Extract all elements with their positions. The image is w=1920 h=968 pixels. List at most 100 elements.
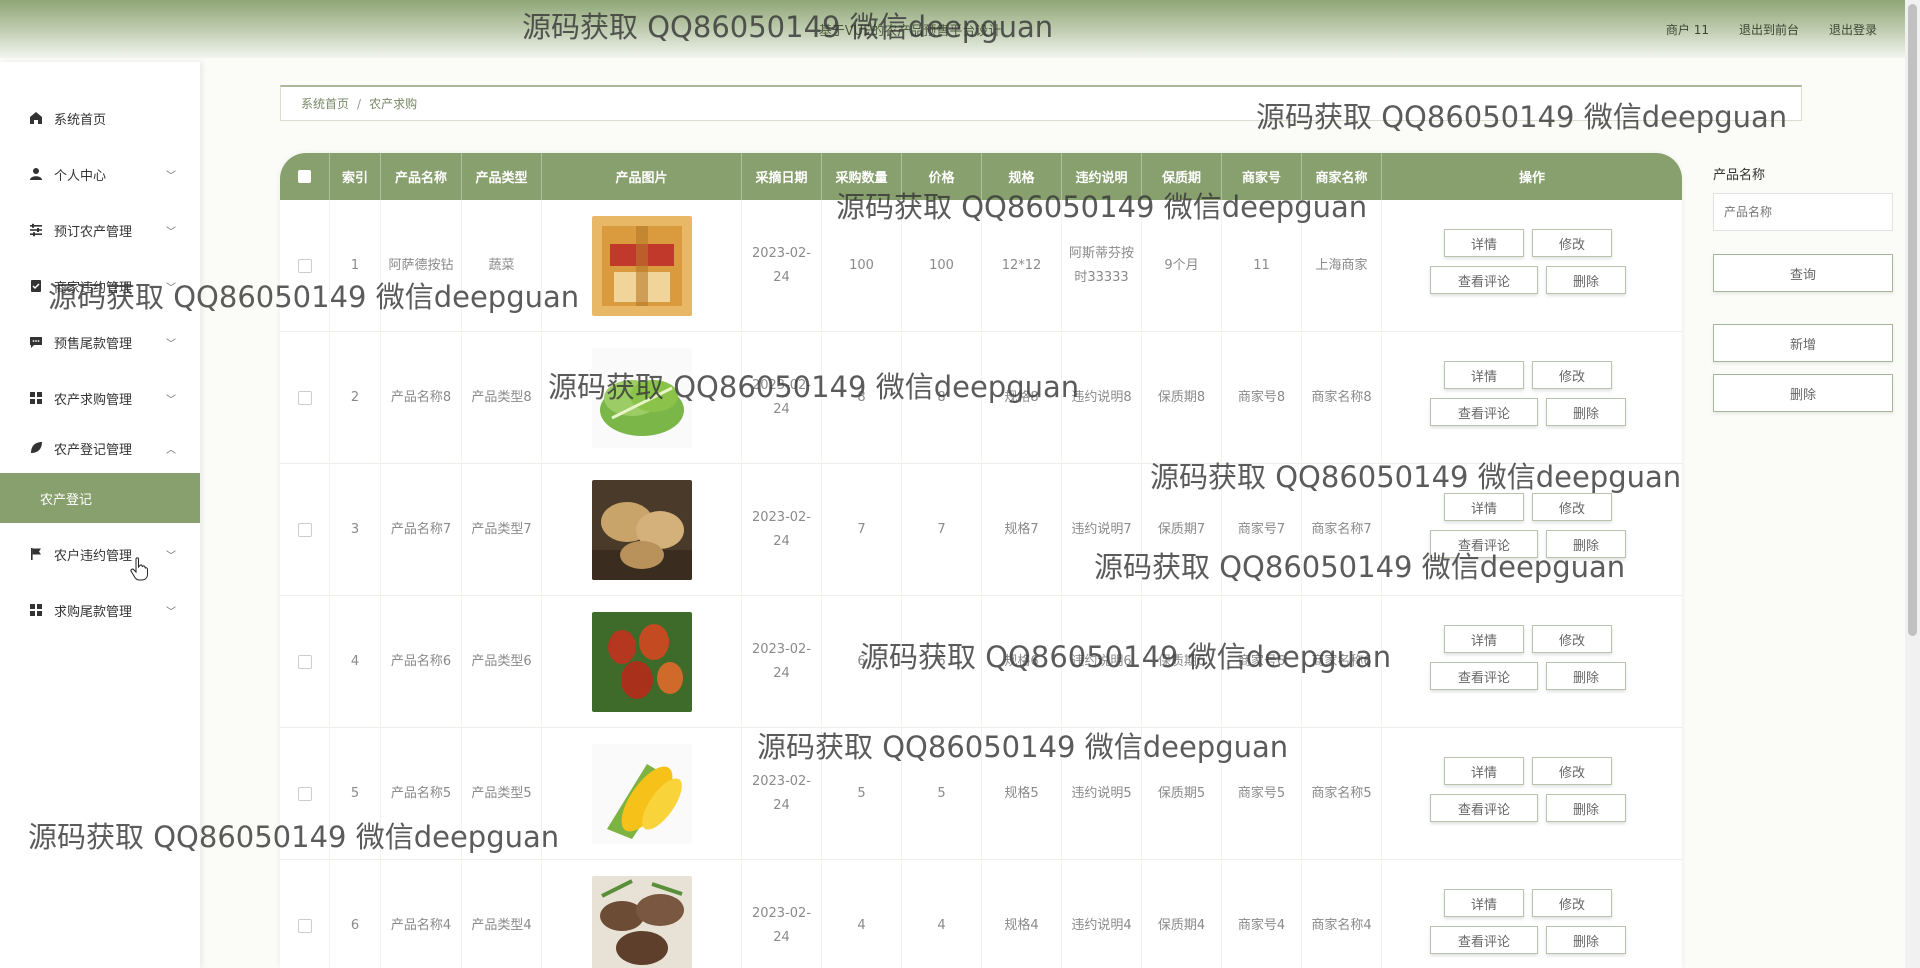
edit-button[interactable]: 修改 (1532, 889, 1612, 917)
merchant-name-cell: 商家名称6 (1302, 596, 1382, 728)
column-header: 规格 (982, 153, 1062, 200)
index-cell: 2 (330, 332, 381, 464)
back-to-front-link[interactable]: 退出到前台 (1739, 21, 1799, 38)
sidebar-item-purchase[interactable]: 农产求购管理 ﹀ (0, 372, 200, 424)
row-checkbox[interactable] (297, 655, 312, 669)
product-name-search-input[interactable] (1713, 193, 1893, 231)
product-image-cell (542, 332, 742, 464)
lettuce-product-image (591, 348, 692, 448)
view-comments-button[interactable]: 查看评论 (1430, 662, 1538, 690)
sidebar-item-merchant-breach[interactable]: 商家违约管理 ﹀ (0, 260, 200, 312)
edit-button[interactable]: 修改 (1532, 229, 1612, 257)
spec-cell: 12*12 (982, 200, 1062, 332)
sidebar-item-label: 个人中心 (54, 168, 107, 184)
select-all-cell (280, 153, 330, 200)
index-cell: 3 (330, 464, 381, 596)
vertical-scrollbar[interactable] (1905, 0, 1920, 968)
select-all-checkbox[interactable] (298, 170, 311, 183)
pick-date-cell: 2023-02-24 (742, 200, 822, 332)
shelf-life-cell: 保质期5 (1142, 728, 1222, 860)
quantity-cell: 4 (822, 860, 902, 968)
edit-button[interactable]: 修改 (1532, 493, 1612, 521)
sidebar-item-registration[interactable]: 农产登记管理 ︿ (0, 422, 200, 474)
detail-button[interactable]: 详情 (1444, 757, 1524, 785)
shelf-life-cell: 9个月 (1142, 200, 1222, 332)
breadcrumb-separator: / (357, 96, 362, 111)
view-comments-button[interactable]: 查看评论 (1430, 266, 1538, 294)
chevron-down-icon: ﹀ (166, 394, 176, 406)
delete-button[interactable]: 删除 (1546, 398, 1626, 426)
column-header: 索引 (330, 153, 381, 200)
breadcrumb-current: 农产求购 (369, 97, 418, 111)
batch-delete-button[interactable]: 删除 (1713, 374, 1893, 412)
table-row: 3 产品名称7 产品类型7 2023-02-24 7 7 规格7 违约说明7 保… (280, 464, 1682, 596)
product-name-cell: 阿萨德按钻 (381, 200, 462, 332)
row-checkbox[interactable] (297, 919, 312, 933)
query-button[interactable]: 查询 (1713, 254, 1893, 292)
breach-note-cell: 违约说明4 (1062, 860, 1142, 968)
logout-link[interactable]: 退出登录 (1829, 21, 1877, 38)
merchant-account-link[interactable]: 商户 11 (1666, 21, 1709, 38)
view-comments-button[interactable]: 查看评论 (1430, 926, 1538, 954)
detail-button[interactable]: 详情 (1444, 229, 1524, 257)
detail-button[interactable]: 详情 (1444, 625, 1524, 653)
edit-button[interactable]: 修改 (1532, 757, 1612, 785)
sidebar-item-label: 求购尾款管理 (54, 604, 133, 620)
spec-cell: 规格5 (982, 728, 1062, 860)
delete-button[interactable]: 删除 (1546, 794, 1626, 822)
system-title: 基于VUE的农产品预售平台设计 (818, 24, 1002, 39)
edit-button[interactable]: 修改 (1532, 625, 1612, 653)
spec-cell: 规格4 (982, 860, 1062, 968)
sidebar-subitem-registration[interactable]: 农产登记 (0, 473, 200, 523)
chevron-down-icon: ﹀ (166, 282, 176, 294)
detail-button[interactable]: 详情 (1444, 361, 1524, 389)
scrollbar-thumb[interactable] (1908, 4, 1917, 636)
row-select-cell (280, 596, 330, 728)
merchant-name-cell: 商家名称4 (1302, 860, 1382, 968)
sidebar-item-booking[interactable]: 预订农产管理 ﹀ (0, 204, 200, 256)
product-type-cell: 蔬菜 (462, 200, 542, 332)
sidebar-item-personal[interactable]: 个人中心 ﹀ (0, 148, 200, 200)
sidebar-item-purchase-balance[interactable]: 求购尾款管理 ﹀ (0, 584, 200, 636)
delete-button[interactable]: 删除 (1546, 662, 1626, 690)
column-header: 采购数量 (822, 153, 902, 200)
column-header: 产品类型 (462, 153, 542, 200)
detail-button[interactable]: 详情 (1444, 493, 1524, 521)
sidebar-item-farmer-breach[interactable]: 农户违约管理 ﹀ (0, 528, 200, 580)
shelf-life-cell: 保质期6 (1142, 596, 1222, 728)
view-comments-button[interactable]: 查看评论 (1430, 794, 1538, 822)
delete-button[interactable]: 删除 (1546, 926, 1626, 954)
row-select-cell (280, 200, 330, 332)
delete-button[interactable]: 删除 (1546, 530, 1626, 558)
product-image-cell (542, 596, 742, 728)
pick-date-cell: 2023-02-24 (742, 464, 822, 596)
sliders-icon (28, 222, 44, 238)
grid-icon (28, 390, 44, 406)
row-checkbox[interactable] (297, 787, 312, 801)
product-type-cell: 产品类型7 (462, 464, 542, 596)
detail-button[interactable]: 详情 (1444, 889, 1524, 917)
view-comments-button[interactable]: 查看评论 (1430, 398, 1538, 426)
sidebar-item-presale-balance[interactable]: 预售尾款管理 ﹀ (0, 316, 200, 368)
table-row: 1 阿萨德按钻 蔬菜 2023-02-24 100 100 12*12 阿斯蒂芬… (280, 200, 1682, 332)
add-button[interactable]: 新增 (1713, 324, 1893, 362)
breach-note-cell: 违约说明7 (1062, 464, 1142, 596)
view-comments-button[interactable]: 查看评论 (1430, 530, 1538, 558)
sidebar-item-label: 农产登记管理 (54, 442, 133, 458)
row-checkbox[interactable] (297, 391, 312, 405)
delete-button[interactable]: 删除 (1546, 266, 1626, 294)
row-checkbox[interactable] (297, 259, 312, 273)
sidebar-item-home[interactable]: 系统首页 (0, 92, 200, 144)
row-checkbox[interactable] (297, 523, 312, 537)
price-cell: 8 (902, 332, 982, 464)
sidebar-item-label: 预订农产管理 (54, 224, 133, 240)
edit-button[interactable]: 修改 (1532, 361, 1612, 389)
sidebar: 系统首页 个人中心 ﹀ 预订农产管理 ﹀ 商家违约管理 ﹀ 预售尾款管理 ﹀ 农… (0, 62, 200, 968)
column-header: 保质期 (1142, 153, 1222, 200)
breadcrumb-home-link[interactable]: 系统首页 (301, 95, 349, 112)
row-select-cell (280, 464, 330, 596)
breach-note-cell: 违约说明5 (1062, 728, 1142, 860)
merchant-no-cell: 商家号5 (1222, 728, 1302, 860)
table-row: 6 产品名称4 产品类型4 2023-02-24 4 4 规格4 违约说明4 保… (280, 860, 1682, 968)
hand-cursor-icon (130, 557, 148, 581)
